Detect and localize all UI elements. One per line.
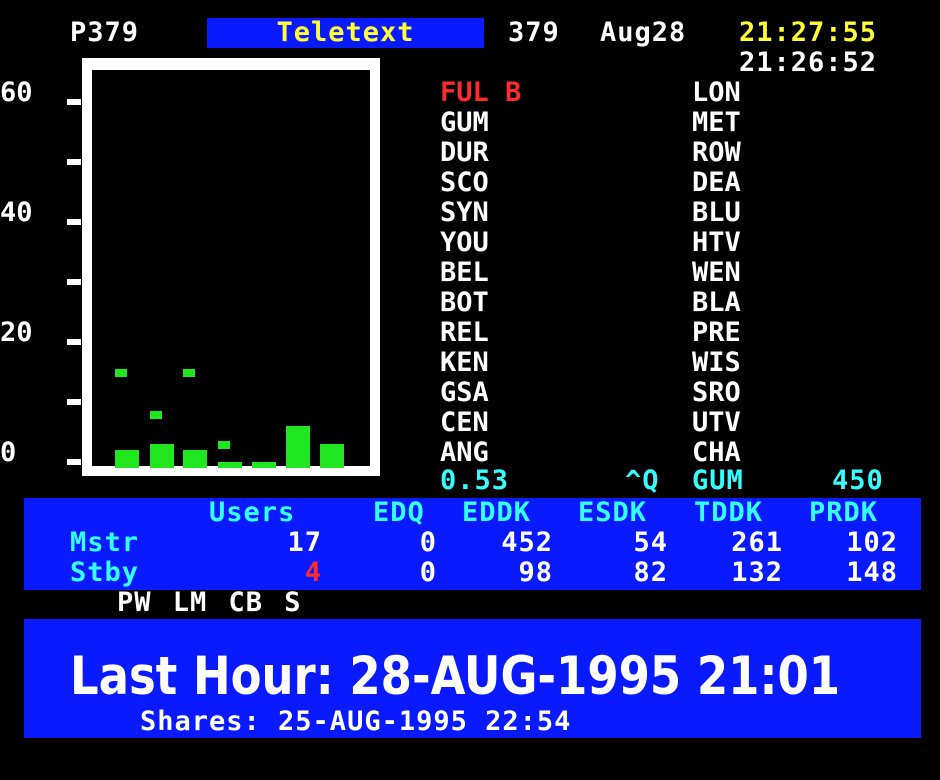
- y-tick: [67, 159, 81, 165]
- code-item: MET: [692, 107, 741, 138]
- code-item: DUR: [440, 137, 489, 168]
- graph-bar: [252, 462, 276, 468]
- code-item: FUL B: [440, 77, 522, 108]
- code-item: BLA: [692, 287, 741, 318]
- stats-header-esdk: ESDK: [578, 497, 648, 528]
- graph-bar: [330, 462, 344, 468]
- code-item: SRO: [692, 377, 741, 408]
- graph-bar: [218, 441, 230, 449]
- last-hour-line: Last Hour: 28-AUG-1995 21:01: [70, 645, 841, 707]
- y-label-60: 60: [0, 77, 33, 108]
- stats-cell: 98: [518, 557, 553, 588]
- stats-header-prdk: PRDK: [809, 497, 879, 528]
- stats-header-eddk: EDDK: [462, 497, 532, 528]
- stats-row-label: Mstr: [70, 527, 140, 558]
- code-item: SCO: [440, 167, 489, 198]
- stats-cell: 0: [419, 557, 437, 588]
- code-item: HTV: [692, 227, 741, 258]
- header-page-num: 379: [508, 17, 560, 48]
- status-flags: PW LM CB S: [117, 587, 302, 618]
- summary-count: 450: [832, 465, 884, 496]
- code-item: CEN: [440, 407, 489, 438]
- code-item: BLU: [692, 197, 741, 228]
- code-item: ANG: [440, 437, 489, 468]
- code-item: ROW: [692, 137, 741, 168]
- stats-header-tddk: TDDK: [694, 497, 764, 528]
- stats-cell: 261: [731, 527, 783, 558]
- graph-bar: [183, 450, 207, 468]
- code-item: WIS: [692, 347, 741, 378]
- stats-cell: 148: [846, 557, 898, 588]
- summary-code: GUM: [692, 465, 744, 496]
- code-item: WEN: [692, 257, 741, 288]
- graph-bar: [150, 444, 174, 468]
- y-tick: [67, 99, 81, 105]
- graph-bar: [150, 411, 162, 419]
- stats-header-edq: EDQ: [373, 497, 425, 528]
- y-tick: [67, 339, 81, 345]
- y-tick: [67, 279, 81, 285]
- stats-cell: 4: [304, 557, 322, 588]
- y-tick: [67, 459, 81, 465]
- code-item: CHA: [692, 437, 741, 468]
- code-item: GUM: [440, 107, 489, 138]
- y-label-40: 40: [0, 197, 33, 228]
- y-tick: [67, 399, 81, 405]
- code-item: BEL: [440, 257, 489, 288]
- y-tick: [67, 219, 81, 225]
- summary-value: 0.53: [440, 465, 510, 496]
- code-item: DEA: [692, 167, 741, 198]
- stats-cell: 452: [501, 527, 553, 558]
- stats-header-users: Users: [209, 497, 296, 528]
- y-label-0: 0: [0, 437, 17, 468]
- code-item: GSA: [440, 377, 489, 408]
- stats-cell: 0: [419, 527, 437, 558]
- shares-line: Shares: 25-AUG-1995 22:54: [140, 706, 572, 737]
- page-number: P379: [70, 17, 140, 48]
- code-item: UTV: [692, 407, 741, 438]
- code-item: KEN: [440, 347, 489, 378]
- graph-bar: [115, 450, 139, 468]
- code-item: REL: [440, 317, 489, 348]
- code-item: BOT: [440, 287, 489, 318]
- service-title: Teletext: [276, 17, 415, 48]
- stats-cell: 102: [846, 527, 898, 558]
- graph-bar: [115, 369, 127, 377]
- summary-key: ^Q: [625, 465, 660, 496]
- header-clock: 21:27:55: [739, 17, 878, 48]
- code-item: YOU: [440, 227, 489, 258]
- code-item: LON: [692, 77, 741, 108]
- graph-bar: [218, 462, 242, 468]
- code-item: SYN: [440, 197, 489, 228]
- stats-cell: 54: [633, 527, 668, 558]
- code-item: PRE: [692, 317, 741, 348]
- stats-cell: 17: [287, 527, 322, 558]
- header-clock-secondary: 21:26:52: [739, 47, 878, 78]
- stats-cell: 132: [731, 557, 783, 588]
- graph-area: [92, 70, 370, 466]
- header-date: Aug28: [600, 17, 687, 48]
- graph-bar: [183, 369, 195, 377]
- stats-cell: 82: [633, 557, 668, 588]
- y-label-20: 20: [0, 317, 33, 348]
- graph-bar: [286, 426, 310, 468]
- stats-row-label: Stby: [70, 557, 140, 588]
